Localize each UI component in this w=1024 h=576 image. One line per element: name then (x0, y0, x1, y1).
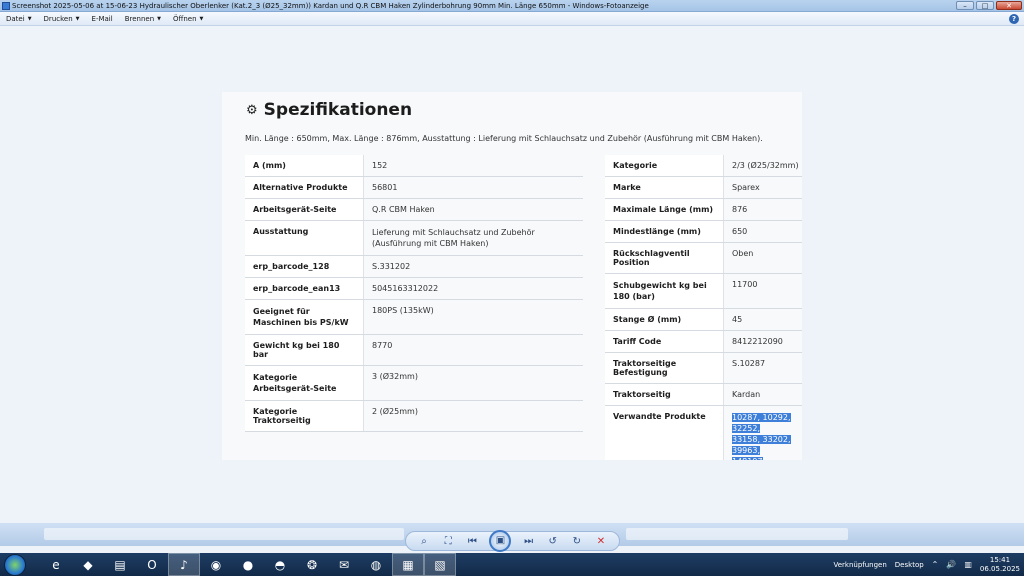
network-icon[interactable]: ▥ (964, 560, 972, 569)
menu-oeffnen[interactable]: Öffnen ▼ (173, 15, 203, 23)
photo-viewer-app-icon (2, 2, 10, 10)
thumbnail-area-right (626, 528, 848, 540)
table-row: Rückschlagventil Position Oben (605, 243, 802, 274)
close-button[interactable]: ✕ (996, 1, 1022, 10)
table-row: Mindestlänge (mm) 650 (605, 221, 802, 243)
window-title: Screenshot 2025-05-06 at 15-06-23 Hydrau… (12, 2, 649, 10)
help-icon[interactable]: ? (1009, 14, 1019, 24)
table-row: Maximale Länge (mm) 876 (605, 199, 802, 221)
table-row: Kategorie Traktorseitig 2 (Ø25mm) (245, 401, 583, 432)
chrome-icon[interactable]: ◉ (200, 553, 232, 576)
gear-icon: ⚙ (246, 102, 258, 118)
delete-icon[interactable]: ✕ (594, 536, 608, 547)
chevron-down-icon: ▼ (27, 15, 32, 22)
media-icon[interactable]: ♪ (168, 553, 200, 576)
menu-brennen[interactable]: Brennen ▼ (125, 15, 161, 23)
rotate-right-icon[interactable]: ↻ (570, 536, 584, 547)
viewer-toolbar: ⌕ ⛶ ⏮ ▣ ⏭ ↺ ↻ ✕ (405, 530, 620, 552)
minimize-button[interactable]: – (956, 1, 974, 10)
firefox-icon[interactable]: ◓ (264, 553, 296, 576)
table-row: Gewicht kg bei 180 bar 8770 (245, 335, 583, 366)
table-row: Alternative Produkte 56801 (245, 177, 583, 199)
outlook-icon[interactable]: ✉ (328, 553, 360, 576)
table-row: Geeignet für Maschinen bis PS/kW 180PS (1… (245, 300, 583, 335)
firefox-2-icon[interactable]: ◍ (360, 553, 392, 576)
window-title-bar: Screenshot 2025-05-06 at 15-06-23 Hydrau… (0, 0, 1024, 12)
related-products-value[interactable]: 10287, 10292, 32252, 33158, 33202, 39963… (723, 406, 802, 460)
table-row: Stange Ø (mm) 45 (605, 309, 802, 331)
selected-text: 148197 (732, 457, 763, 460)
page-title: Spezifikationen (263, 100, 413, 120)
specifications-card: ⚙ Spezifikationen Min. Länge : 650mm, Ma… (222, 92, 802, 460)
thumbnail-area-left (44, 528, 404, 540)
photo-viewer-task-2-icon[interactable]: ▧ (424, 553, 456, 576)
spec-table-left: A (mm) 152 Alternative Produkte 56801 Arbe… (245, 155, 583, 432)
explorer-icon[interactable]: ▤ (104, 553, 136, 576)
tray-links-label[interactable]: Verknüpfungen (833, 561, 886, 569)
tray-desktop-label[interactable]: Desktop (895, 561, 924, 569)
table-row: erp_barcode_128 S.331202 (245, 256, 583, 278)
table-row: Kategorie 2/3 (Ø25/32mm) (605, 155, 802, 177)
chevron-down-icon: ▼ (157, 15, 161, 22)
table-row: Kategorie Arbeitsgerät-Seite 3 (Ø32mm) (245, 366, 583, 401)
app-diamond-icon[interactable]: ◆ (72, 553, 104, 576)
chevron-down-icon: ▼ (75, 15, 80, 22)
table-row: Marke Sparex (605, 177, 802, 199)
zoom-icon[interactable]: ⌕ (417, 536, 431, 547)
menu-email[interactable]: E-Mail (92, 15, 113, 23)
slideshow-button[interactable]: ▣ (489, 530, 512, 552)
app-star-icon[interactable]: ❂ (296, 553, 328, 576)
table-row: erp_barcode_ean13 5045163312022 (245, 278, 583, 300)
next-icon[interactable]: ⏭ (522, 536, 536, 547)
menu-datei[interactable]: Datei ▼ (6, 15, 32, 23)
chevron-up-icon[interactable]: ⌃ (932, 560, 939, 569)
app-circle-icon[interactable]: ● (232, 553, 264, 576)
photo-viewer-task-icon[interactable]: ▦ (392, 553, 424, 576)
table-row: Traktorseitige Befestigung S.10287 (605, 353, 802, 384)
start-button[interactable] (4, 553, 26, 576)
fit-window-icon[interactable]: ⛶ (441, 536, 455, 547)
volume-icon[interactable]: 🔊 (946, 560, 956, 569)
system-tray: Verknüpfungen Desktop ⌃ 🔊 ▥ 15:41 06.05.… (833, 553, 1020, 576)
spec-description: Min. Länge : 650mm, Max. Länge : 876mm, … (245, 134, 763, 143)
selected-text: 10287, 10292, 32252, (732, 413, 791, 433)
chevron-down-icon: ▼ (199, 15, 204, 22)
window-controls: – □ ✕ (956, 1, 1022, 10)
table-row: Tariff Code 8412212090 (605, 331, 802, 353)
previous-icon[interactable]: ⏮ (465, 536, 479, 547)
selected-text: 33158, 33202, 39963, (732, 435, 791, 455)
table-row: A (mm) 152 (245, 155, 583, 177)
table-row: Traktorseitig Kardan (605, 384, 802, 406)
table-row: Schubgewicht kg bei 180 (bar) 11700 (605, 274, 802, 309)
taskbar-apps: e ◆ ▤ O ♪ ◉ ● ◓ ❂ ✉ ◍ ▦ ▧ (40, 553, 456, 576)
ie-icon[interactable]: e (40, 553, 72, 576)
spec-header: ⚙ Spezifikationen (246, 100, 412, 120)
rotate-left-icon[interactable]: ↺ (546, 536, 560, 547)
menu-bar: Datei ▼ Drucken ▼ E-Mail Brennen ▼ Öffnen ▼ … (0, 12, 1024, 26)
opera-icon[interactable]: O (136, 553, 168, 576)
clock[interactable]: 15:41 06.05.2025 (980, 556, 1020, 574)
menu-drucken[interactable]: Drucken ▼ (44, 15, 80, 23)
table-row: Ausstattung Lieferung mit Schlauchsatz un… (245, 221, 583, 256)
spec-table-right: Kategorie 2/3 (Ø25/32mm) Marke Sparex Maxi… (605, 155, 802, 460)
maximize-button[interactable]: □ (976, 1, 994, 10)
table-row: Arbeitsgerät-Seite Q.R CBM Haken (245, 199, 583, 221)
table-row: Verwandte Produkte 10287, 10292, 32252, … (605, 406, 802, 460)
taskbar: e ◆ ▤ O ♪ ◉ ● ◓ ❂ ✉ ◍ ▦ ▧ Verknüpfungen … (0, 553, 1024, 576)
